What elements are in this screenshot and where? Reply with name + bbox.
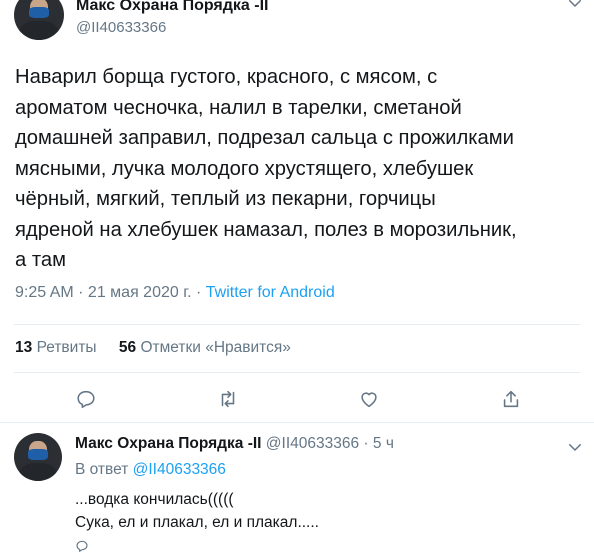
author-avatar[interactable] <box>14 0 64 40</box>
tweet-stats: 13 Ретвиты 56 Отметки «Нравится» <box>15 339 291 357</box>
reply-author-handle[interactable]: @II40633366 <box>266 435 359 452</box>
chevron-down-icon[interactable] <box>566 0 584 12</box>
reply-icon[interactable] <box>75 388 97 410</box>
likes-count: 56 <box>118 339 137 356</box>
author-name[interactable]: Макс Охрана Порядка -II <box>76 0 268 15</box>
reply-action-row <box>75 539 89 556</box>
reply-time-separator: · <box>359 435 373 452</box>
meta-separator: · <box>191 284 206 301</box>
divider <box>14 372 580 373</box>
reply-icon[interactable] <box>75 539 89 553</box>
avatar-mask <box>28 449 48 460</box>
reply-author-avatar[interactable] <box>14 433 62 481</box>
reply-header: Макс Охрана Порядка -II @II40633366 · 5 … <box>75 435 394 453</box>
tweet-meta: 9:25 AM · 21 мая 2020 г. · Twitter for A… <box>15 284 335 302</box>
reply-to-prefix: В ответ <box>75 461 129 478</box>
reply-to-line: В ответ @II40633366 <box>75 461 226 479</box>
author-handle[interactable]: @II40633366 <box>76 19 166 36</box>
retweets-stat[interactable]: 13 Ретвиты <box>15 339 97 356</box>
tweet-time[interactable]: 9:25 AM <box>15 284 74 301</box>
retweet-icon[interactable] <box>217 388 239 410</box>
avatar-mask <box>29 7 49 18</box>
divider <box>0 422 594 423</box>
likes-label: Отметки «Нравится» <box>140 339 291 356</box>
share-icon[interactable] <box>500 388 522 410</box>
reply-text: ...водка кончилась((((( Сука, ел и плака… <box>75 491 319 531</box>
avatar-body <box>19 21 59 40</box>
reply-author-name[interactable]: Макс Охрана Порядка -II <box>75 435 261 452</box>
reply-time[interactable]: 5 ч <box>373 435 394 452</box>
tweet-date[interactable]: 21 мая 2020 г. <box>88 284 192 301</box>
meta-separator: · <box>73 284 88 301</box>
likes-stat[interactable]: 56 Отметки «Нравится» <box>119 339 291 356</box>
chevron-down-icon[interactable] <box>566 438 584 456</box>
divider <box>14 324 580 325</box>
tweet-source-link[interactable]: Twitter for Android <box>206 284 335 301</box>
retweets-count: 13 <box>15 339 33 356</box>
like-icon[interactable] <box>358 388 380 410</box>
tweet-text: Наварил борща густого, красного, с мясом… <box>15 66 517 271</box>
avatar-body <box>18 462 58 481</box>
retweets-label: Ретвиты <box>36 339 97 356</box>
reply-to-handle[interactable]: @II40633366 <box>133 461 226 478</box>
